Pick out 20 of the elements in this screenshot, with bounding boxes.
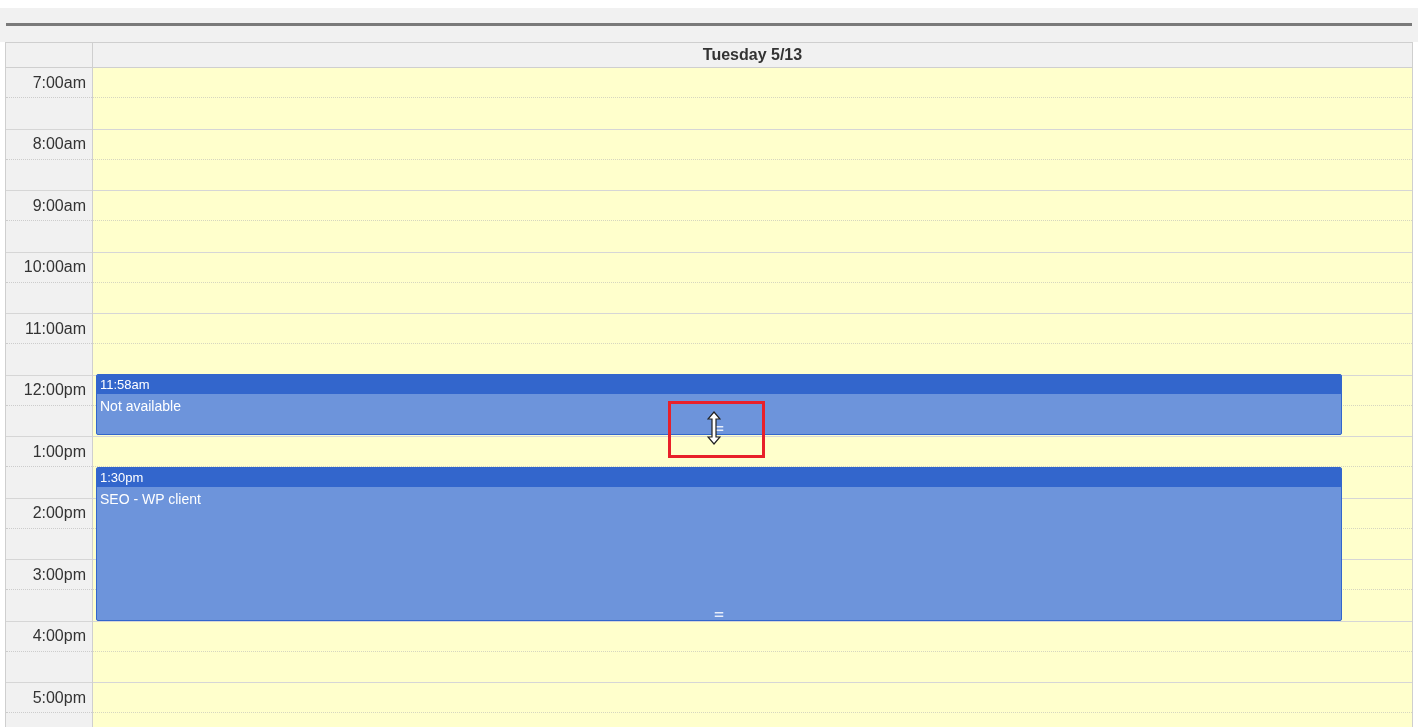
calendar-event[interactable]: 11:58am Not available (96, 374, 1342, 435)
hour-label: 8:00am (32, 134, 86, 154)
day-header: Tuesday 5/13 (702, 45, 803, 65)
resize-handle-icon[interactable] (714, 612, 724, 617)
hour-label: 3:00pm (32, 564, 86, 585)
event-time: 1:30pm (100, 468, 144, 487)
hour-label: 9:00am (32, 195, 86, 216)
calendar-event[interactable]: 1:30pm SEO - WP client (96, 467, 1342, 621)
event-title: Not available (100, 398, 181, 414)
event-title: SEO - WP client (100, 491, 201, 507)
hour-label: 12:00pm (23, 380, 86, 400)
hour-label: 5:00pm (32, 687, 86, 708)
hour-label: 11:00am (24, 318, 86, 339)
hour-label: 10:00am (23, 257, 86, 277)
hour-label: 4:00pm (32, 626, 86, 646)
hour-label: 7:00am (32, 72, 86, 93)
resize-cursor-icon (707, 411, 721, 445)
event-time: 11:58am (100, 375, 150, 394)
hour-label: 2:00pm (32, 503, 86, 523)
hour-label: 1:00pm (32, 441, 86, 462)
